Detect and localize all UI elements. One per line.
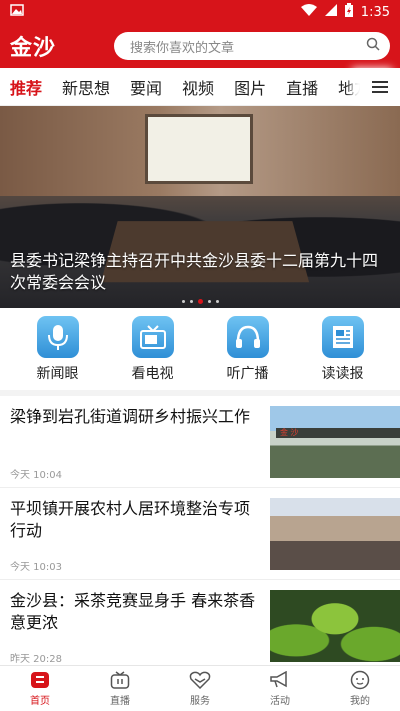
carousel-dot-active — [197, 299, 203, 304]
news-thumbnail — [270, 498, 400, 570]
quick-link-label: 读读报 — [321, 365, 364, 382]
nav-label: 服务 — [190, 696, 210, 707]
service-heart-icon — [189, 670, 211, 690]
nav-profile[interactable]: 我的 — [320, 666, 400, 711]
quick-link-label: 听广播 — [226, 365, 269, 382]
tab-new-thought[interactable]: 新思想 — [62, 75, 110, 99]
microphone-icon — [36, 315, 79, 358]
carousel-dot — [207, 300, 211, 303]
carousel-dot — [181, 300, 185, 303]
banner-photo-screen — [145, 114, 253, 184]
battery-icon — [344, 3, 353, 21]
quick-links: 新闻眼 看电视 听广播 读读报 — [0, 308, 400, 396]
news-item[interactable]: 金沙县：采茶竞赛显身手 春来茶香意更浓 昨天 20:28 — [0, 580, 400, 672]
nav-label: 活动 — [270, 696, 290, 707]
nav-label: 首页 — [30, 696, 50, 707]
carousel-indicator — [0, 299, 400, 304]
nav-home[interactable]: 首页 — [0, 666, 80, 711]
app-header: 金沙 搜索你喜欢的文章 — [0, 24, 400, 68]
quick-link-news-eye[interactable]: 新闻眼 — [23, 315, 93, 383]
quick-link-label: 看电视 — [131, 365, 174, 382]
news-time: 今天 10:03 — [10, 562, 62, 573]
megaphone-icon — [269, 670, 291, 690]
news-item[interactable]: 平坝镇开展农村人居环境整治专项行动 今天 10:03 — [0, 488, 400, 580]
tab-headlines[interactable]: 要闻 — [130, 75, 162, 99]
news-item[interactable]: 梁铮到岩孔街道调研乡村振兴工作 今天 10:04 金 沙 — [0, 396, 400, 488]
status-time: 1:35 — [360, 4, 390, 20]
live-tv-icon — [109, 670, 131, 690]
quick-link-radio[interactable]: 听广播 — [213, 315, 283, 383]
banner-caption: 县委书记梁铮主持召开中共金沙县委十二届第九十四次常委会会议 — [10, 251, 379, 292]
tv-icon — [131, 315, 174, 358]
quick-link-label: 新闻眼 — [36, 365, 79, 382]
nav-live[interactable]: 直播 — [80, 666, 160, 711]
quick-link-newspaper[interactable]: 读读报 — [308, 315, 378, 383]
thumbnail-sign-text: 金 沙 — [276, 428, 400, 438]
nav-activity[interactable]: 活动 — [240, 666, 320, 711]
news-title: 金沙县：采茶竞赛显身手 春来茶香意更浓 — [10, 591, 256, 632]
app-logo: 金沙 — [10, 35, 57, 61]
nav-label: 我的 — [350, 696, 370, 707]
news-time: 昨天 20:28 — [10, 654, 62, 665]
carousel-dot — [189, 300, 193, 303]
tab-pictures[interactable]: 图片 — [234, 75, 266, 99]
news-title: 平坝镇开展农村人居环境整治专项行动 — [10, 499, 251, 540]
newspaper-icon — [321, 315, 364, 358]
home-icon — [29, 670, 51, 690]
search-box[interactable]: 搜索你喜欢的文章 — [114, 32, 390, 60]
quick-link-watch-tv[interactable]: 看电视 — [118, 315, 188, 383]
news-item-body: 金沙县：采茶竞赛显身手 春来茶香意更浓 昨天 20:28 — [10, 590, 270, 665]
wifi-icon — [300, 4, 317, 20]
profile-icon — [349, 670, 371, 690]
search-placeholder: 搜索你喜欢的文章 — [130, 40, 235, 56]
tab-recommend[interactable]: 推荐 — [10, 75, 42, 99]
channel-tabs: 推荐 新思想 要闻 视频 图片 直播 地方 — [0, 68, 400, 106]
news-thumbnail: 金 沙 — [270, 406, 400, 478]
menu-icon[interactable] — [360, 68, 400, 106]
nav-service[interactable]: 服务 — [160, 666, 240, 711]
news-item-body: 平坝镇开展农村人居环境整治专项行动 今天 10:03 — [10, 498, 270, 573]
news-item-body: 梁铮到岩孔街道调研乡村振兴工作 今天 10:04 — [10, 406, 270, 481]
tab-live[interactable]: 直播 — [286, 75, 318, 99]
search-icon[interactable] — [366, 37, 380, 55]
tab-video[interactable]: 视频 — [182, 75, 214, 99]
gallery-notification-icon — [10, 4, 24, 20]
signal-icon — [324, 4, 337, 20]
news-time: 今天 10:04 — [10, 470, 62, 481]
status-bar: 1:35 — [0, 0, 400, 24]
headphones-icon — [226, 315, 269, 358]
nav-label: 直播 — [110, 696, 130, 707]
news-thumbnail — [270, 590, 400, 662]
headline-banner[interactable]: 县委书记梁铮主持召开中共金沙县委十二届第九十四次常委会会议 — [0, 106, 400, 308]
carousel-dot — [215, 300, 219, 303]
news-title: 梁铮到岩孔街道调研乡村振兴工作 — [10, 407, 251, 426]
bottom-nav: 首页 直播 服务 活动 我的 — [0, 665, 400, 711]
